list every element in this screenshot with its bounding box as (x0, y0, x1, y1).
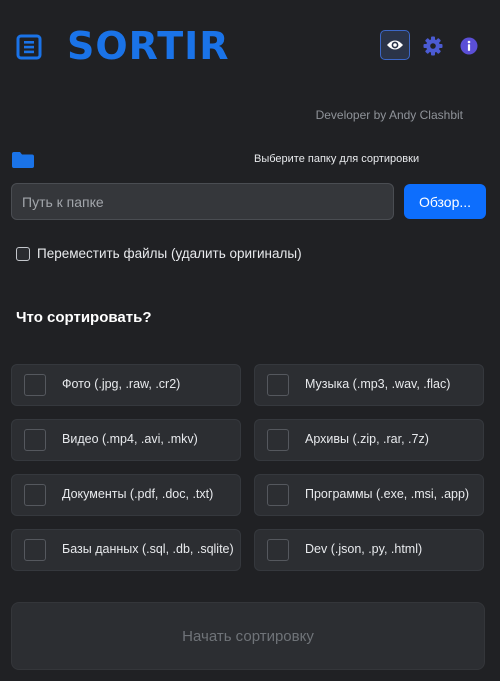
option-archives[interactable]: Архивы (.zip, .rar, .7z) (254, 419, 484, 461)
option-music[interactable]: Музыка (.mp3, .wav, .flac) (254, 364, 484, 406)
option-checkbox[interactable] (267, 484, 289, 506)
option-label: Видео (.mp4, .avi, .mkv) (62, 432, 198, 446)
gear-icon[interactable] (423, 36, 443, 56)
sortir-app: SORTIR Developer by Andy Clashbit Выбери… (0, 0, 500, 681)
option-label: Dev (.json, .py, .html) (305, 542, 423, 556)
option-label: Музыка (.mp3, .wav, .flac) (305, 377, 451, 391)
option-label: Базы данных (.sql, .db, .sqlite) (62, 542, 234, 556)
info-icon[interactable] (460, 37, 478, 55)
option-checkbox[interactable] (267, 429, 289, 451)
option-label: Архивы (.zip, .rar, .7z) (305, 432, 429, 446)
option-label: Программы (.exe, .msi, .app) (305, 487, 470, 501)
move-files-label: Переместить файлы (удалить оригиналы) (37, 246, 302, 261)
option-photo[interactable]: Фото (.jpg, .raw, .cr2) (11, 364, 241, 406)
option-programs[interactable]: Программы (.exe, .msi, .app) (254, 474, 484, 516)
folder-prompt: Выберите папку для сортировки (254, 153, 420, 165)
app-title: SORTIR (67, 24, 230, 68)
section-title: Что сортировать? (16, 309, 152, 326)
eye-icon (387, 40, 403, 50)
move-files-checkbox[interactable] (16, 246, 30, 261)
start-sorting-button[interactable]: Начать сортировку (11, 602, 485, 670)
option-checkbox[interactable] (267, 539, 289, 561)
developer-credit: Developer by Andy Clashbit (315, 108, 463, 122)
option-checkbox[interactable] (267, 374, 289, 396)
option-dev[interactable]: Dev (.json, .py, .html) (254, 529, 484, 571)
folder-path-input[interactable] (11, 183, 394, 220)
move-files-option[interactable]: Переместить файлы (удалить оригиналы) (16, 246, 302, 261)
browse-button[interactable]: Обзор... (404, 184, 486, 219)
option-documents[interactable]: Документы (.pdf, .doc, .txt) (11, 474, 241, 516)
option-databases[interactable]: Базы данных (.sql, .db, .sqlite) (11, 529, 241, 571)
option-video[interactable]: Видео (.mp4, .avi, .mkv) (11, 419, 241, 461)
list-document-icon (16, 34, 42, 60)
visibility-toggle-button[interactable] (380, 30, 410, 60)
folder-icon (12, 152, 34, 168)
option-checkbox[interactable] (24, 429, 46, 451)
option-checkbox[interactable] (24, 539, 46, 561)
option-label: Документы (.pdf, .doc, .txt) (62, 487, 214, 501)
option-label: Фото (.jpg, .raw, .cr2) (62, 377, 181, 391)
option-checkbox[interactable] (24, 374, 46, 396)
option-checkbox[interactable] (24, 484, 46, 506)
